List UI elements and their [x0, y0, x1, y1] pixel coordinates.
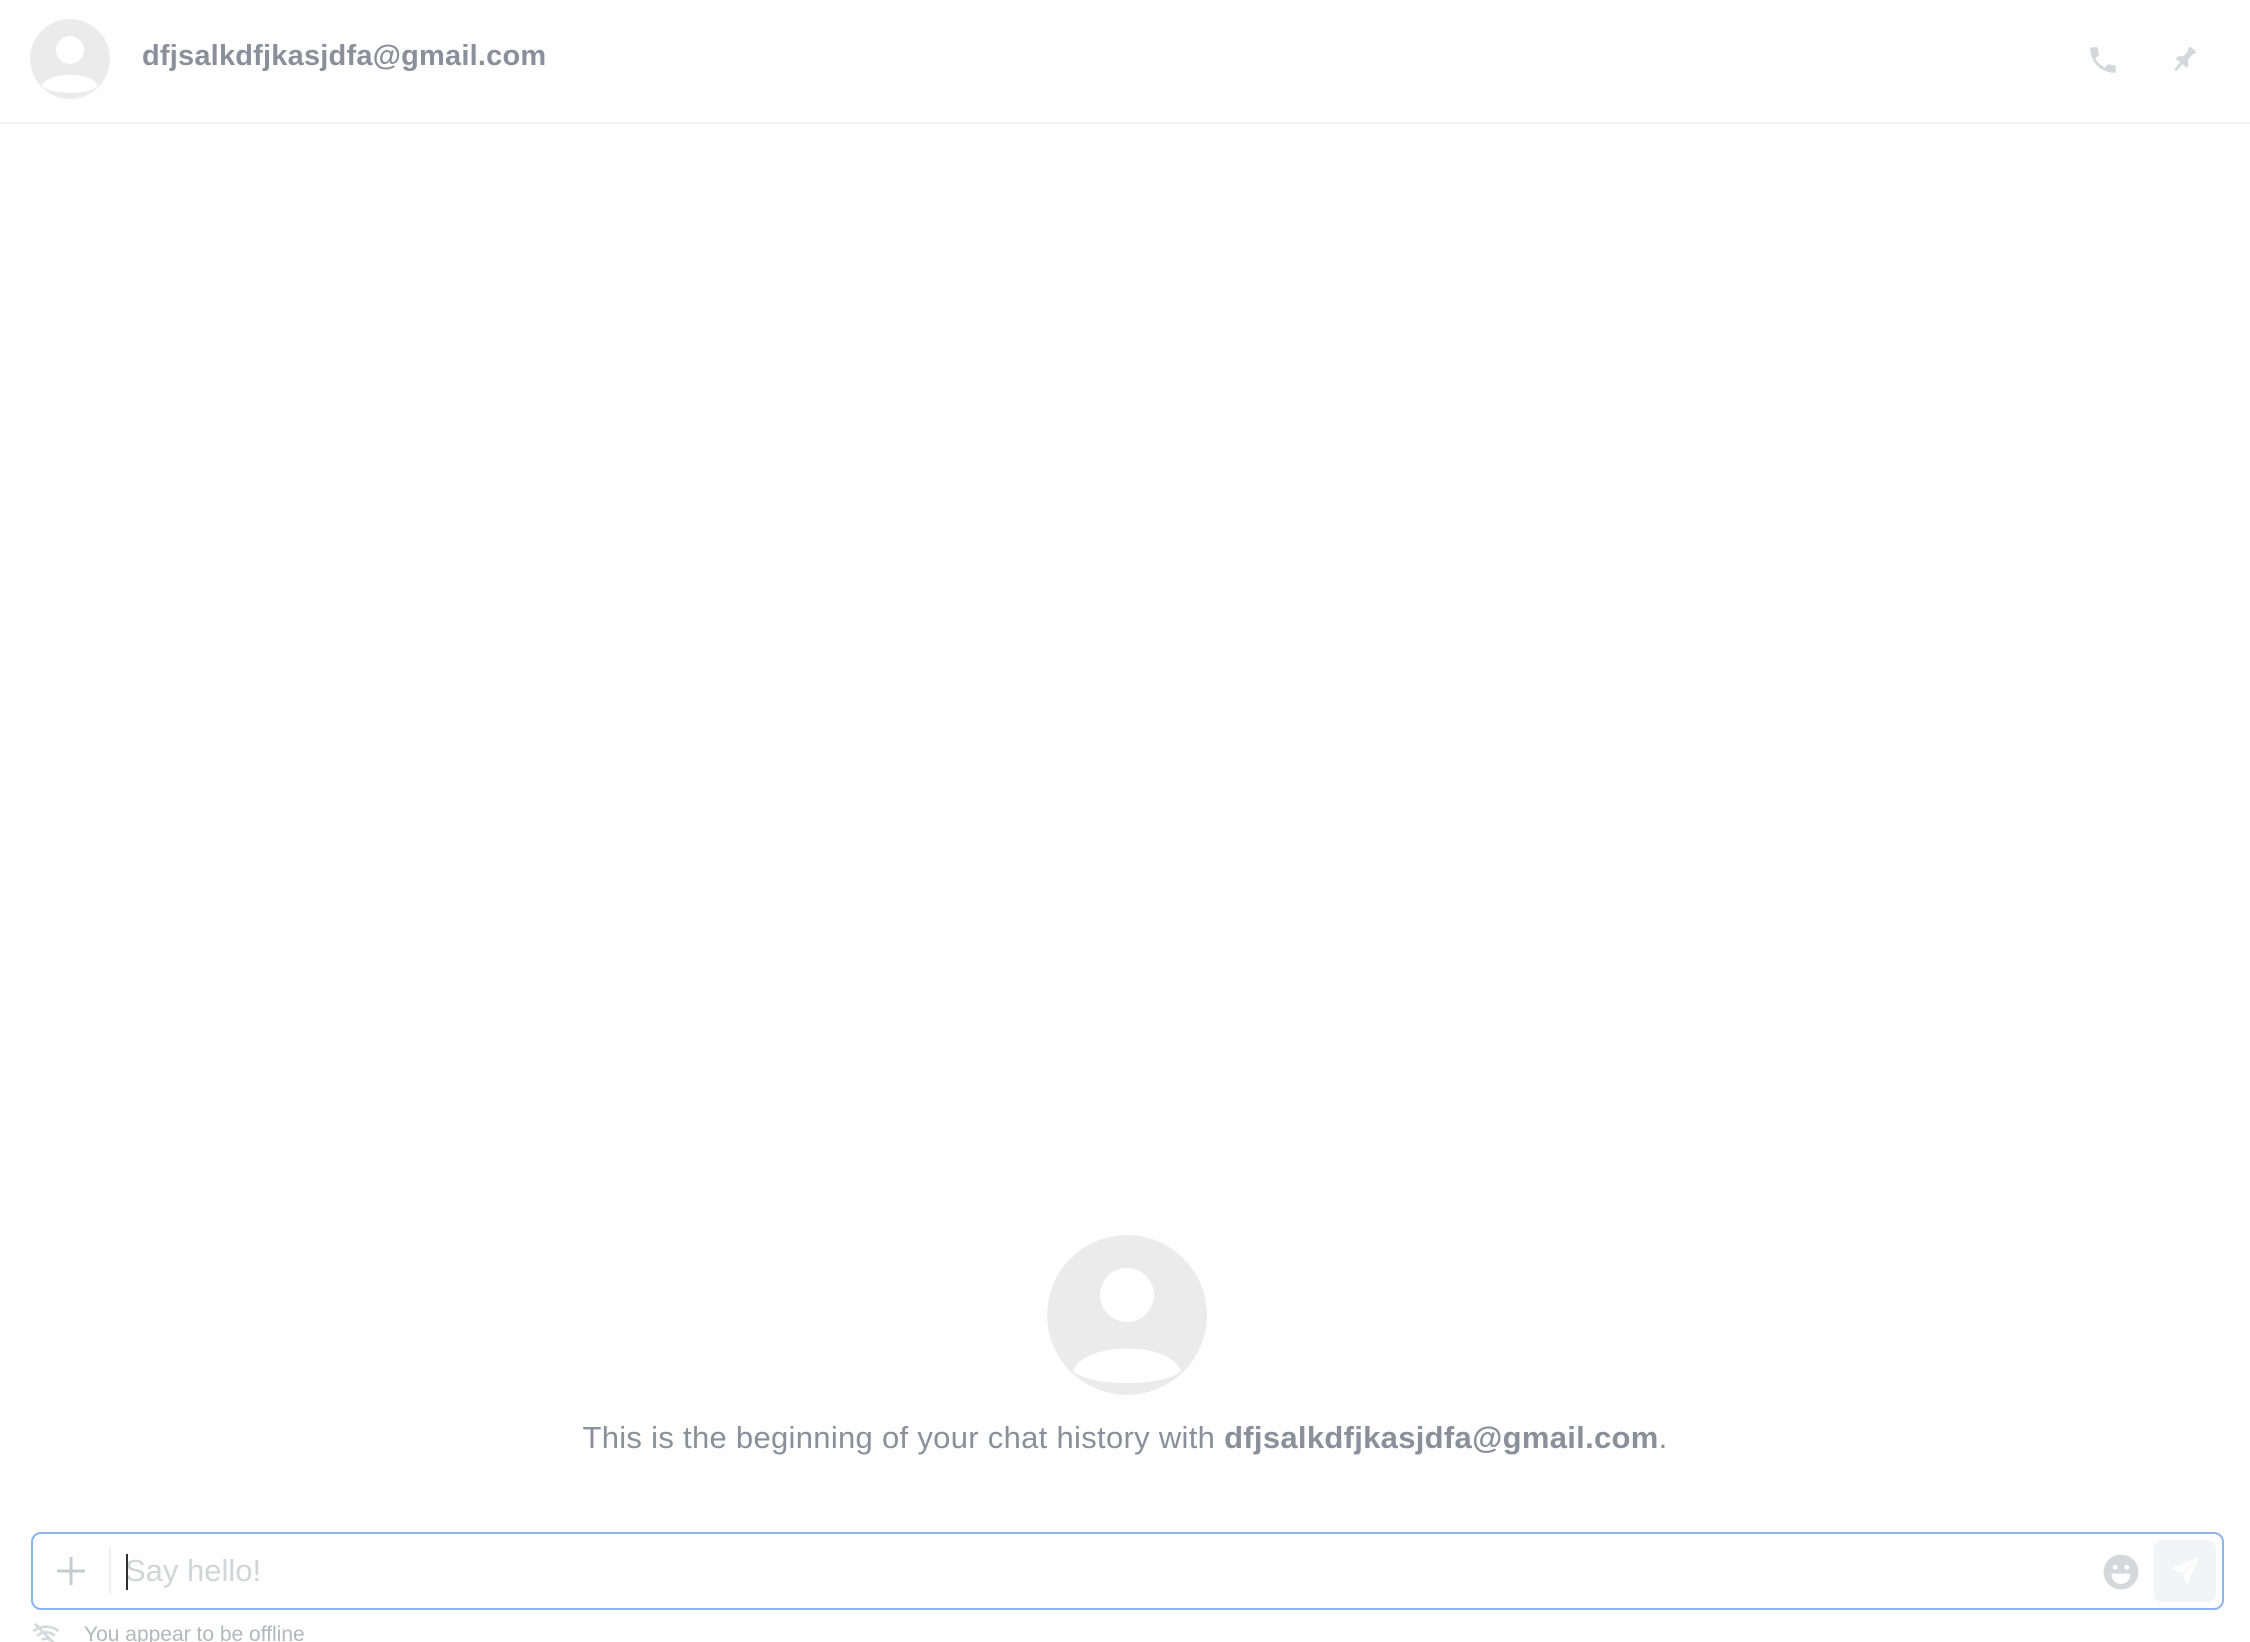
phone-icon: [2090, 47, 2116, 73]
user-avatar-icon: [1047, 1235, 1207, 1395]
text-caret: [126, 1554, 128, 1590]
call-button[interactable]: [2079, 36, 2127, 84]
send-button[interactable]: [2154, 1540, 2216, 1602]
offline-text: You appear to be offline: [84, 1623, 305, 1642]
send-icon: [2170, 1556, 2200, 1586]
contact-name: dfjsalkdfjkasjdfa@gmail.com: [142, 40, 547, 72]
wifi-off-icon: [30, 1619, 62, 1642]
plus-icon: [57, 1557, 85, 1585]
emoji-button[interactable]: [2101, 1552, 2141, 1592]
emoji-icon: [2103, 1554, 2139, 1590]
composer-divider: [109, 1548, 111, 1594]
user-avatar-icon: [30, 19, 110, 99]
contact-avatar[interactable]: [30, 19, 110, 99]
offline-status: You appear to be offline: [30, 1620, 305, 1642]
chat-window: dfjsalkdfjkasjdfa@gmail.com This is the …: [0, 0, 2250, 1642]
pin-button[interactable]: [2160, 36, 2208, 84]
intro-suffix: .: [1658, 1420, 1668, 1455]
chat-header: dfjsalkdfjkasjdfa@gmail.com: [0, 0, 2250, 124]
intro-prefix: This is the beginning of your chat histo…: [582, 1420, 1225, 1455]
intro-contact-name: dfjsalkdfjkasjdfa@gmail.com: [1224, 1420, 1659, 1455]
message-composer: [31, 1532, 2224, 1610]
message-input[interactable]: [125, 1544, 2065, 1598]
intro-avatar: [1047, 1235, 1207, 1395]
add-attachment-button[interactable]: [33, 1534, 109, 1608]
pin-icon: [2174, 46, 2197, 71]
chat-history-intro: This is the beginning of your chat histo…: [0, 1420, 2250, 1456]
